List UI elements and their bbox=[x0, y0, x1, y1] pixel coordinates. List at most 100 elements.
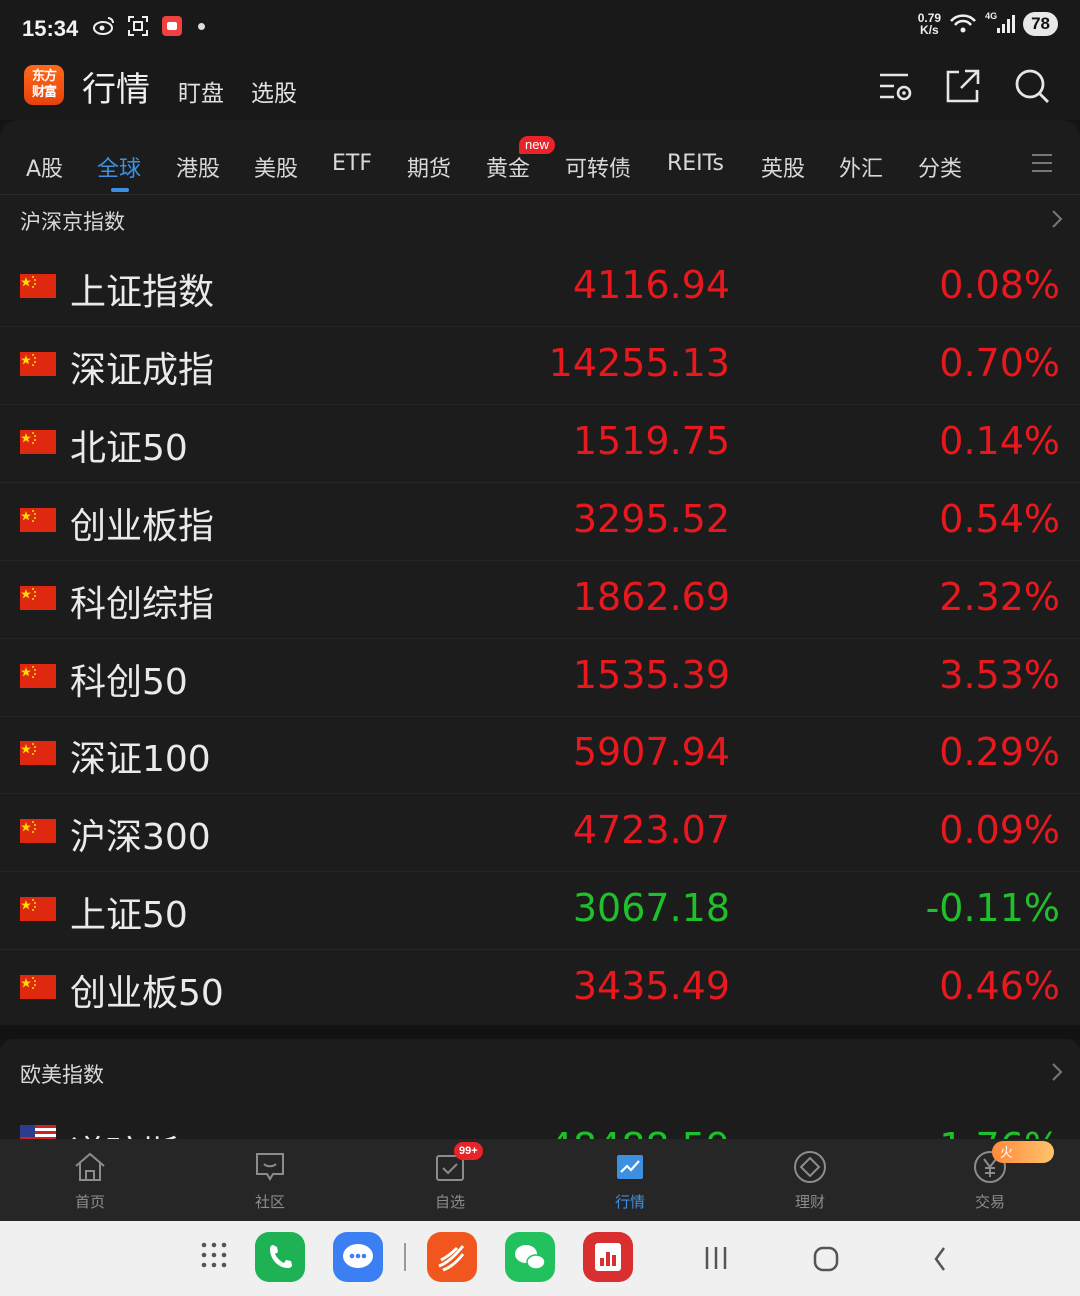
tab-convertible-bonds[interactable]: 可转债 bbox=[565, 151, 631, 183]
status-system-icons: 0.79 K/s 4G 78 bbox=[918, 11, 1058, 36]
index-change: 0.54% bbox=[939, 497, 1060, 541]
index-price: 3435.49 bbox=[572, 964, 730, 1008]
index-row[interactable]: 科创50 1535.39 3.53% bbox=[0, 639, 1080, 717]
index-change: -1.76% bbox=[926, 1125, 1060, 1139]
tab-hk-stocks[interactable]: 港股 bbox=[176, 151, 220, 183]
index-name: 上证50 bbox=[70, 895, 188, 936]
more-notifications-dot bbox=[198, 22, 205, 30]
index-row[interactable]: 上证50 3067.18 -0.11% bbox=[0, 872, 1080, 950]
index-name: 深证100 bbox=[70, 739, 211, 780]
index-change: 0.08% bbox=[939, 263, 1060, 307]
chat-bubble-icon bbox=[256, 1153, 284, 1181]
index-price: 4723.07 bbox=[572, 808, 730, 852]
index-change: 0.14% bbox=[939, 419, 1060, 463]
index-change: 0.46% bbox=[939, 964, 1060, 1008]
index-price: 1862.69 bbox=[572, 575, 730, 619]
index-row[interactable]: 深证100 5907.94 0.29% bbox=[0, 716, 1080, 794]
section-title: 沪深京指数 bbox=[20, 210, 125, 234]
wifi-icon bbox=[950, 14, 977, 33]
index-row[interactable]: 创业板指 3295.52 0.54% bbox=[0, 483, 1080, 561]
tab-menu-icon[interactable] bbox=[1031, 152, 1053, 174]
nav-community[interactable]: 社区 bbox=[210, 1139, 330, 1221]
dock-divider bbox=[404, 1243, 406, 1271]
finance-app-icon[interactable] bbox=[583, 1232, 633, 1282]
index-name: 沪深300 bbox=[70, 817, 211, 858]
app-header: 东方 财富 行情 盯盘 选股 bbox=[0, 58, 1080, 120]
index-price: 14255.13 bbox=[548, 341, 730, 385]
tab-futures[interactable]: 期货 bbox=[407, 151, 451, 183]
tab-a-share[interactable]: A股 bbox=[26, 151, 63, 183]
tab-global[interactable]: 全球 bbox=[97, 151, 141, 183]
china-flag-icon bbox=[20, 897, 56, 921]
section-title: 欧美指数 bbox=[20, 1063, 104, 1087]
status-time: 15:34 bbox=[22, 16, 79, 41]
battery-indicator: 78 bbox=[1023, 12, 1058, 36]
index-change: -0.11% bbox=[925, 886, 1060, 930]
wechat-app-icon[interactable] bbox=[505, 1232, 555, 1282]
app-drawer-icon[interactable] bbox=[200, 1241, 228, 1269]
eastmoney-app-icon[interactable] bbox=[427, 1232, 477, 1282]
status-notification-icons bbox=[92, 14, 205, 38]
index-change: 0.09% bbox=[939, 808, 1060, 852]
active-tab-indicator bbox=[111, 188, 129, 192]
index-price: 3067.18 bbox=[572, 886, 730, 930]
index-name: 创业板50 bbox=[70, 973, 224, 1014]
index-change: 2.32% bbox=[939, 575, 1060, 619]
tab-forex[interactable]: 外汇 bbox=[839, 151, 883, 183]
section-gap bbox=[0, 1025, 1080, 1039]
index-row[interactable]: 科创综指 1862.69 2.32% bbox=[0, 561, 1080, 639]
section-western-indices: 欧美指数 道琼斯 48488.59 -1.76% bbox=[0, 1039, 1080, 1139]
messages-app-icon[interactable] bbox=[333, 1232, 383, 1282]
index-row[interactable]: 创业板50 3435.49 0.46% bbox=[0, 950, 1080, 1028]
app-logo[interactable]: 东方 财富 bbox=[24, 65, 64, 105]
tab-uk-stocks[interactable]: 英股 bbox=[761, 151, 805, 183]
index-row[interactable]: 深证成指 14255.13 0.70% bbox=[0, 327, 1080, 405]
tab-etf[interactable]: ETF bbox=[332, 151, 372, 176]
index-price: 1535.39 bbox=[572, 653, 730, 697]
share-icon[interactable] bbox=[943, 66, 983, 106]
tab-gold[interactable]: 黄金 bbox=[486, 151, 530, 183]
diamond-coin-icon bbox=[794, 1151, 826, 1183]
china-flag-icon bbox=[20, 430, 56, 454]
tab-categories[interactable]: 分类 bbox=[918, 151, 962, 183]
settings-list-icon[interactable] bbox=[876, 66, 916, 106]
nav-watchlist[interactable]: 自选 bbox=[390, 1139, 510, 1221]
nav-home[interactable]: 首页 bbox=[30, 1139, 150, 1221]
index-name: 科创50 bbox=[70, 662, 188, 703]
china-flag-icon bbox=[20, 664, 56, 688]
home-button-icon[interactable] bbox=[812, 1245, 840, 1273]
phone-app-icon[interactable] bbox=[255, 1232, 305, 1282]
china-flag-icon bbox=[20, 352, 56, 376]
page-title[interactable]: 行情 bbox=[82, 62, 150, 111]
header-tab-watch[interactable]: 盯盘 bbox=[178, 74, 224, 108]
divider bbox=[0, 194, 1080, 195]
chevron-right-icon bbox=[1052, 210, 1063, 228]
index-row[interactable]: 沪深300 4723.07 0.09% bbox=[0, 794, 1080, 872]
cellular-signal-icon: 4G bbox=[985, 11, 1016, 35]
status-bar: 15:34 0.79 K/s 4G 78 bbox=[0, 0, 1080, 58]
index-row-dow-jones[interactable]: 道琼斯 48488.59 -1.76% bbox=[0, 1111, 1080, 1139]
nav-market[interactable]: 行情 bbox=[570, 1139, 690, 1221]
system-dock bbox=[0, 1221, 1080, 1296]
header-tab-stock-picker[interactable]: 选股 bbox=[251, 74, 297, 108]
section-header-domestic-indices[interactable]: 沪深京指数 bbox=[0, 196, 1080, 242]
index-row[interactable]: 上证指数 4116.94 0.08% bbox=[0, 249, 1080, 327]
new-badge: new bbox=[519, 136, 555, 154]
index-name: 创业板指 bbox=[70, 506, 215, 547]
back-button-icon[interactable] bbox=[930, 1245, 950, 1273]
index-name: 科创综指 bbox=[70, 584, 215, 625]
index-row[interactable]: 北证50 1519.75 0.14% bbox=[0, 405, 1080, 483]
index-name: 上证指数 bbox=[70, 272, 215, 313]
home-icon bbox=[75, 1152, 105, 1181]
tab-us-stocks[interactable]: 美股 bbox=[254, 151, 298, 183]
weibo-icon bbox=[93, 17, 114, 35]
tab-reits[interactable]: REITs bbox=[667, 151, 724, 176]
index-change: 3.53% bbox=[939, 653, 1060, 697]
section-header-western-indices[interactable]: 欧美指数 bbox=[0, 1049, 1080, 1095]
china-flag-icon bbox=[20, 274, 56, 298]
index-change: 0.70% bbox=[939, 341, 1060, 385]
search-icon[interactable] bbox=[1012, 66, 1052, 106]
recent-apps-icon[interactable] bbox=[703, 1245, 729, 1271]
nav-wealth[interactable]: 理财 bbox=[750, 1139, 870, 1221]
china-flag-icon bbox=[20, 819, 56, 843]
